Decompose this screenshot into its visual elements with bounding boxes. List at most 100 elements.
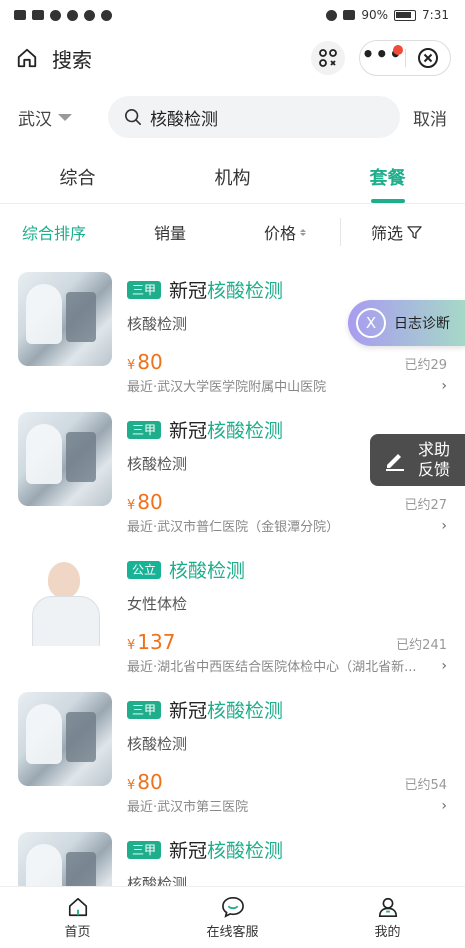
filter-bar: 综合排序 销量 价格 筛选 [0, 212, 465, 252]
package-subtitle: 女性体检 [127, 595, 188, 613]
user-icon [378, 897, 397, 917]
sort-sales[interactable]: 销量 [132, 220, 242, 244]
nav-mine-label: 我的 [374, 924, 401, 940]
package-price: ¥80 [127, 350, 163, 374]
price-label: 价格 [264, 224, 297, 243]
filter-button[interactable]: 筛选 [371, 220, 422, 244]
package-thumbnail [18, 412, 112, 506]
currency-symbol: ¥ [127, 498, 136, 513]
help-feedback-button[interactable]: 求助 反馈 [370, 434, 465, 486]
title-highlight: 核酸检测 [207, 280, 284, 302]
search-row: 武汉 取消 [0, 96, 465, 138]
package-price: ¥137 [127, 630, 175, 654]
package-thumbnail [18, 272, 112, 366]
package-title: 新冠核酸检测 [169, 276, 283, 303]
hospital-grade-badge: 三甲 [127, 420, 162, 439]
price-value: 80 [137, 770, 163, 794]
chevron-right-icon: › [441, 657, 447, 674]
clock-time: 7:31 [422, 8, 449, 22]
package-price: ¥80 [127, 490, 163, 514]
wechat-icon [84, 9, 95, 21]
price-value: 137 [137, 630, 176, 654]
search-box[interactable] [108, 96, 400, 138]
search-icon [124, 108, 142, 126]
funnel-icon [407, 225, 422, 239]
currency-symbol: ¥ [127, 638, 136, 653]
price-value: 80 [137, 490, 163, 514]
nav-home[interactable]: 首页 [0, 887, 155, 948]
package-title: 新冠核酸检测 [169, 696, 283, 723]
tab-comprehensive[interactable]: 综合 [0, 158, 155, 203]
nearest-hospital: 最近·武汉市普仁医院（金银潭分院） [127, 520, 340, 535]
status-icons-left [14, 9, 112, 21]
package-thumbnail [18, 692, 112, 786]
package-title: 新冠核酸检测 [169, 836, 283, 863]
doctor-thumbnail [18, 552, 112, 646]
battery-percent: 90% [361, 8, 389, 22]
search-input[interactable] [150, 107, 380, 127]
page-title: 搜索 [52, 47, 92, 72]
help-label: 求助 [418, 440, 451, 459]
nav-customer-service[interactable]: 在线客服 [155, 887, 310, 948]
close-circle-icon [417, 48, 438, 68]
tab-package[interactable]: 套餐 [310, 158, 465, 203]
city-selector[interactable]: 武汉 [18, 105, 108, 130]
home-icon [68, 897, 87, 916]
miniprogram-capsule: ••• [359, 40, 451, 76]
tab-institution[interactable]: 机构 [155, 158, 310, 203]
sort-price[interactable]: 价格 [242, 220, 332, 244]
nearest-hospital: 最近·湖北省中西医结合医院体检中心（湖北省新... [127, 660, 417, 675]
battery-icon [394, 9, 417, 21]
city-label: 武汉 [18, 109, 52, 130]
status-bar: 90% 7:31 [0, 0, 465, 30]
package-title: 核酸检测 [169, 556, 245, 583]
page-header: 搜索 ••• [0, 36, 465, 80]
package-card[interactable]: 公立 核酸检测 女性体检 ¥137 已约241 最近·湖北省中西医结合医院体检中… [0, 542, 465, 682]
package-title: 新冠核酸检测 [169, 416, 283, 443]
diagnosis-x-icon: X [356, 308, 386, 338]
sort-comprehensive[interactable]: 综合排序 [22, 220, 132, 244]
hospital-grade-badge: 三甲 [127, 280, 162, 299]
title-prefix: 新冠 [169, 840, 208, 862]
cancel-button[interactable]: 取消 [413, 105, 447, 130]
chevron-right-icon: › [441, 797, 447, 814]
result-tabs: 综合 机构 套餐 [0, 158, 465, 204]
currency-symbol: ¥ [127, 778, 136, 793]
chevron-right-icon: › [441, 377, 447, 394]
title-highlight: 核酸检测 [169, 560, 246, 582]
nav-mine[interactable]: 我的 [310, 887, 465, 948]
package-card[interactable]: 三甲 新冠核酸检测 核酸检测 ¥80 已约54 最近·武汉市第三医院 › [0, 682, 465, 822]
booked-count: 已约29 [404, 358, 447, 373]
edit-pen-icon [386, 454, 404, 471]
price-value: 80 [137, 350, 163, 374]
package-subtitle: 核酸检测 [127, 735, 188, 753]
scan-button[interactable] [311, 41, 345, 75]
title-prefix: 新冠 [169, 280, 208, 302]
chevron-right-icon: › [441, 517, 447, 534]
app-notification-icon [101, 9, 112, 21]
close-miniprogram-button[interactable] [406, 47, 451, 69]
title-highlight: 核酸检测 [207, 700, 284, 722]
sales-label: 销量 [154, 224, 187, 243]
title-prefix: 新冠 [169, 420, 208, 442]
title-highlight: 核酸检测 [207, 840, 284, 862]
booked-count: 已约241 [396, 638, 447, 653]
vibrate-icon [343, 10, 356, 20]
sort-arrows-icon [300, 228, 307, 236]
booked-count: 已约27 [404, 498, 447, 513]
filter-divider [340, 218, 341, 246]
hospital-grade-badge: 三甲 [127, 700, 162, 719]
bluetooth-icon [326, 9, 338, 21]
status-icons-right: 90% 7:31 [326, 8, 449, 22]
wifi-icon [50, 9, 61, 21]
booked-count: 已约54 [404, 778, 447, 793]
home-icon [17, 48, 37, 68]
nearest-hospital: 最近·武汉大学医学院附属中山医院 [127, 380, 327, 395]
filter-label: 筛选 [371, 224, 404, 243]
alarm-icon [67, 9, 78, 21]
log-diagnosis-button[interactable]: X 日志诊断 [348, 300, 465, 346]
home-button[interactable] [14, 45, 40, 71]
notification-dot [393, 45, 403, 55]
dropdown-triangle-icon [58, 113, 72, 121]
nav-home-label: 首页 [64, 924, 91, 940]
